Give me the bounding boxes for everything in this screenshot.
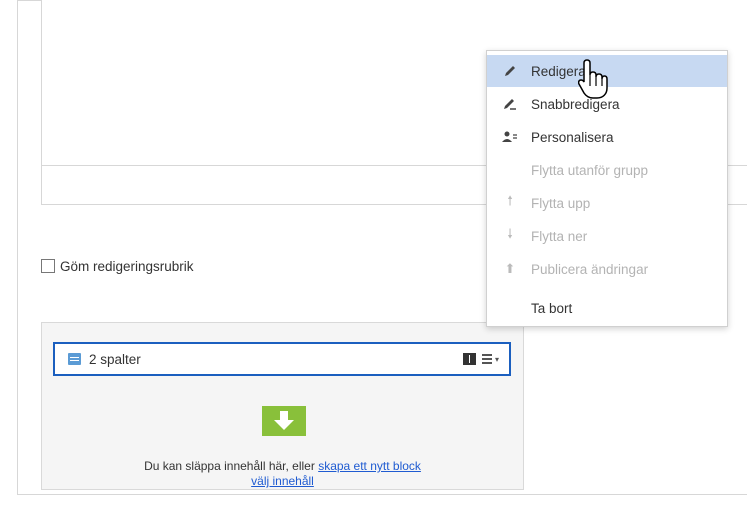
menu-item-flytta-ner: 🠗 Flytta ner bbox=[487, 220, 727, 252]
block-tools: ▾ bbox=[462, 353, 499, 365]
drop-arrow-icon bbox=[262, 406, 306, 436]
menu-item-personalisera[interactable]: Personalisera bbox=[487, 121, 727, 153]
hand-cursor-icon bbox=[577, 58, 608, 100]
menu-item-ta-bort[interactable]: Ta bort bbox=[487, 292, 727, 324]
hide-heading-checkbox[interactable] bbox=[41, 259, 55, 273]
hide-heading-label: Göm redigeringsrubrik bbox=[60, 258, 194, 274]
arrow-down-icon: 🠗 bbox=[507, 226, 513, 241]
menu-item-publicera-andringar: ⬆ Publicera ändringar bbox=[487, 253, 727, 285]
book-icon[interactable] bbox=[462, 353, 476, 365]
block-layout-icon bbox=[68, 353, 81, 365]
block-header[interactable]: 2 spalter ▾ bbox=[53, 342, 511, 376]
menu-item-flytta-utanfor-grupp: Flytta utanför grupp bbox=[487, 154, 727, 186]
publish-icon: ⬆ bbox=[504, 261, 516, 276]
quick-edit-icon bbox=[501, 97, 519, 111]
arrow-up-icon: 🠕 bbox=[507, 193, 513, 208]
hide-heading-row: Göm redigeringsrubrik bbox=[41, 257, 194, 275]
drop-zone-message: Du kan släppa innehåll här, eller bbox=[144, 459, 315, 473]
block-title: 2 spalter bbox=[89, 351, 141, 367]
menu-item-label: Personalisera bbox=[531, 129, 614, 145]
drop-zone-text: Du kan släppa innehåll här, eller skapa … bbox=[42, 459, 523, 489]
create-block-link[interactable]: skapa ett nytt block bbox=[318, 459, 421, 473]
people-icon bbox=[501, 131, 519, 143]
menu-item-flytta-upp: 🠕 Flytta upp bbox=[487, 187, 727, 219]
menu-item-label: Publicera ändringar bbox=[531, 261, 649, 277]
chevron-down-icon[interactable]: ▾ bbox=[495, 355, 499, 364]
menu-item-label: Ta bort bbox=[531, 300, 573, 316]
content-area: 2 spalter ▾ Du kan släppa innehåll här, … bbox=[41, 322, 524, 490]
menu-item-label: Flytta ner bbox=[531, 228, 588, 244]
menu-item-label: Flytta upp bbox=[531, 195, 591, 211]
list-menu-icon[interactable] bbox=[481, 354, 494, 364]
pencil-icon bbox=[501, 64, 519, 78]
select-content-link[interactable]: välj innehåll bbox=[251, 474, 314, 488]
menu-item-label: Flytta utanför grupp bbox=[531, 162, 649, 178]
